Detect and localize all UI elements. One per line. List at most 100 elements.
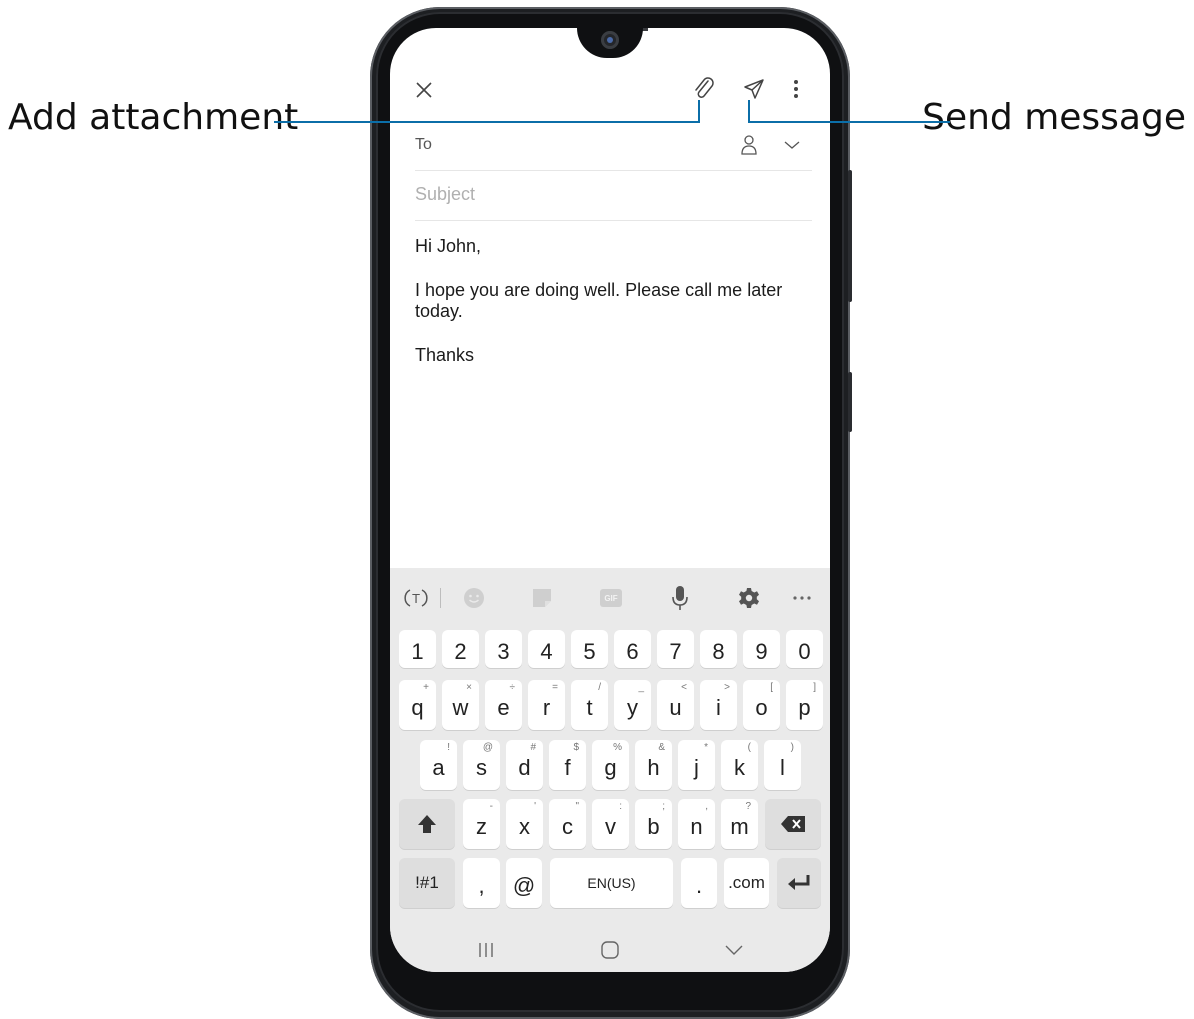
add-attachment-callout-tick — [698, 100, 700, 123]
key-label: i — [716, 695, 721, 720]
enter-key[interactable] — [777, 858, 821, 908]
subject-field[interactable]: Subject — [415, 170, 812, 221]
key-hint: @ — [482, 742, 493, 753]
power-button — [848, 372, 852, 432]
key-y[interactable]: y _ — [614, 680, 651, 730]
send-message-callout-tick — [748, 100, 750, 123]
gif-icon[interactable]: GIF — [597, 584, 625, 612]
recipient-field[interactable]: To — [415, 126, 812, 171]
toolbar-divider — [440, 588, 441, 608]
key-hint: < — [681, 682, 687, 693]
on-screen-keyboard: T GIF 1 2 3 4 5 6 7 8 9 0 q + w × e ÷ r = t / y _ u < i > o[p] a! s — [390, 568, 830, 972]
period-key[interactable]: . — [681, 858, 717, 908]
key-label: e — [497, 695, 510, 720]
key-k[interactable]: k( — [721, 740, 758, 790]
key-label: q — [411, 695, 424, 720]
microphone-icon[interactable] — [666, 584, 694, 612]
key-l[interactable]: l) — [764, 740, 801, 790]
email-body-line-1[interactable]: I hope you are doing well. Please call m… — [415, 280, 815, 301]
key-label: l — [780, 755, 785, 780]
key-hint: ÷ — [509, 682, 516, 693]
close-icon[interactable] — [410, 76, 438, 104]
key-hint: : — [619, 801, 622, 812]
recents-icon[interactable] — [474, 938, 498, 962]
at-key[interactable]: @ — [506, 858, 542, 908]
key-p[interactable]: p] — [786, 680, 823, 730]
shift-key[interactable] — [399, 799, 455, 849]
key-8[interactable]: 8 — [700, 630, 737, 668]
symbols-key[interactable]: !#1 — [399, 858, 455, 908]
key-v[interactable]: v: — [592, 799, 629, 849]
camera-notch — [577, 28, 643, 58]
keyboard-toolbar: T GIF — [390, 568, 830, 626]
key-g[interactable]: g% — [592, 740, 629, 790]
attachment-icon[interactable] — [690, 74, 718, 104]
key-x[interactable]: x ' — [506, 799, 543, 849]
dotcom-key[interactable]: .com — [724, 858, 769, 908]
translate-icon[interactable]: T — [402, 584, 430, 612]
space-key[interactable]: EN(US) — [550, 858, 673, 908]
key-h[interactable]: h & — [635, 740, 672, 790]
key-7[interactable]: 7 — [657, 630, 694, 668]
key-3[interactable]: 3 — [485, 630, 522, 668]
key-label: n — [690, 814, 703, 839]
emoji-icon[interactable] — [460, 584, 488, 612]
key-d[interactable]: d # — [506, 740, 543, 790]
key-q[interactable]: q + — [399, 680, 436, 730]
key-0[interactable]: 0 — [786, 630, 823, 668]
more-options-icon[interactable] — [786, 74, 806, 104]
email-body-line-2[interactable]: today. — [415, 301, 815, 322]
key-label: 9 — [755, 639, 768, 664]
key-j[interactable]: j * — [678, 740, 715, 790]
email-body-greeting[interactable]: Hi John, — [415, 236, 815, 257]
key-t[interactable]: t / — [571, 680, 608, 730]
key-label: p — [798, 695, 811, 720]
key-9[interactable]: 9 — [743, 630, 780, 668]
key-label: d — [518, 755, 531, 780]
key-u[interactable]: u < — [657, 680, 694, 730]
key-hint: ; — [662, 801, 665, 812]
contact-icon[interactable] — [737, 132, 761, 158]
key-z[interactable]: z- — [463, 799, 500, 849]
backspace-key[interactable] — [765, 799, 821, 849]
key-label: 7 — [669, 639, 682, 664]
key-n[interactable]: n, — [678, 799, 715, 849]
back-icon[interactable] — [722, 938, 746, 962]
key-f[interactable]: f $ — [549, 740, 586, 790]
key-hint: ( — [747, 742, 751, 753]
send-message-callout-label: Send message — [922, 97, 1186, 138]
key-hint: + — [423, 682, 429, 693]
key-5[interactable]: 5 — [571, 630, 608, 668]
key-1[interactable]: 1 — [399, 630, 436, 668]
home-icon[interactable] — [597, 938, 623, 962]
key-2[interactable]: 2 — [442, 630, 479, 668]
key-label: s — [476, 755, 487, 780]
key-label: m — [730, 814, 749, 839]
send-icon[interactable] — [740, 74, 768, 104]
key-4[interactable]: 4 — [528, 630, 565, 668]
chevron-down-icon[interactable] — [781, 134, 803, 156]
key-hint: # — [530, 742, 536, 753]
key-w[interactable]: w × — [442, 680, 479, 730]
key-i[interactable]: i > — [700, 680, 737, 730]
key-a[interactable]: a! — [420, 740, 457, 790]
key-label: g — [604, 755, 617, 780]
key-b[interactable]: b; — [635, 799, 672, 849]
key-label: y — [627, 695, 638, 720]
key-e[interactable]: e ÷ — [485, 680, 522, 730]
key-m[interactable]: m? — [721, 799, 758, 849]
settings-icon[interactable] — [735, 584, 763, 612]
key-label: @ — [512, 873, 536, 898]
comma-key[interactable]: , — [463, 858, 500, 908]
key-label: j — [694, 755, 699, 780]
key-s[interactable]: s @ — [463, 740, 500, 790]
sticker-icon[interactable] — [528, 584, 556, 612]
email-body-signoff[interactable]: Thanks — [415, 345, 815, 366]
key-o[interactable]: o[ — [743, 680, 780, 730]
more-icon[interactable] — [788, 584, 816, 612]
key-label: c — [562, 814, 573, 839]
key-hint: [ — [770, 682, 773, 693]
key-c[interactable]: c " — [549, 799, 586, 849]
key-r[interactable]: r = — [528, 680, 565, 730]
key-6[interactable]: 6 — [614, 630, 651, 668]
